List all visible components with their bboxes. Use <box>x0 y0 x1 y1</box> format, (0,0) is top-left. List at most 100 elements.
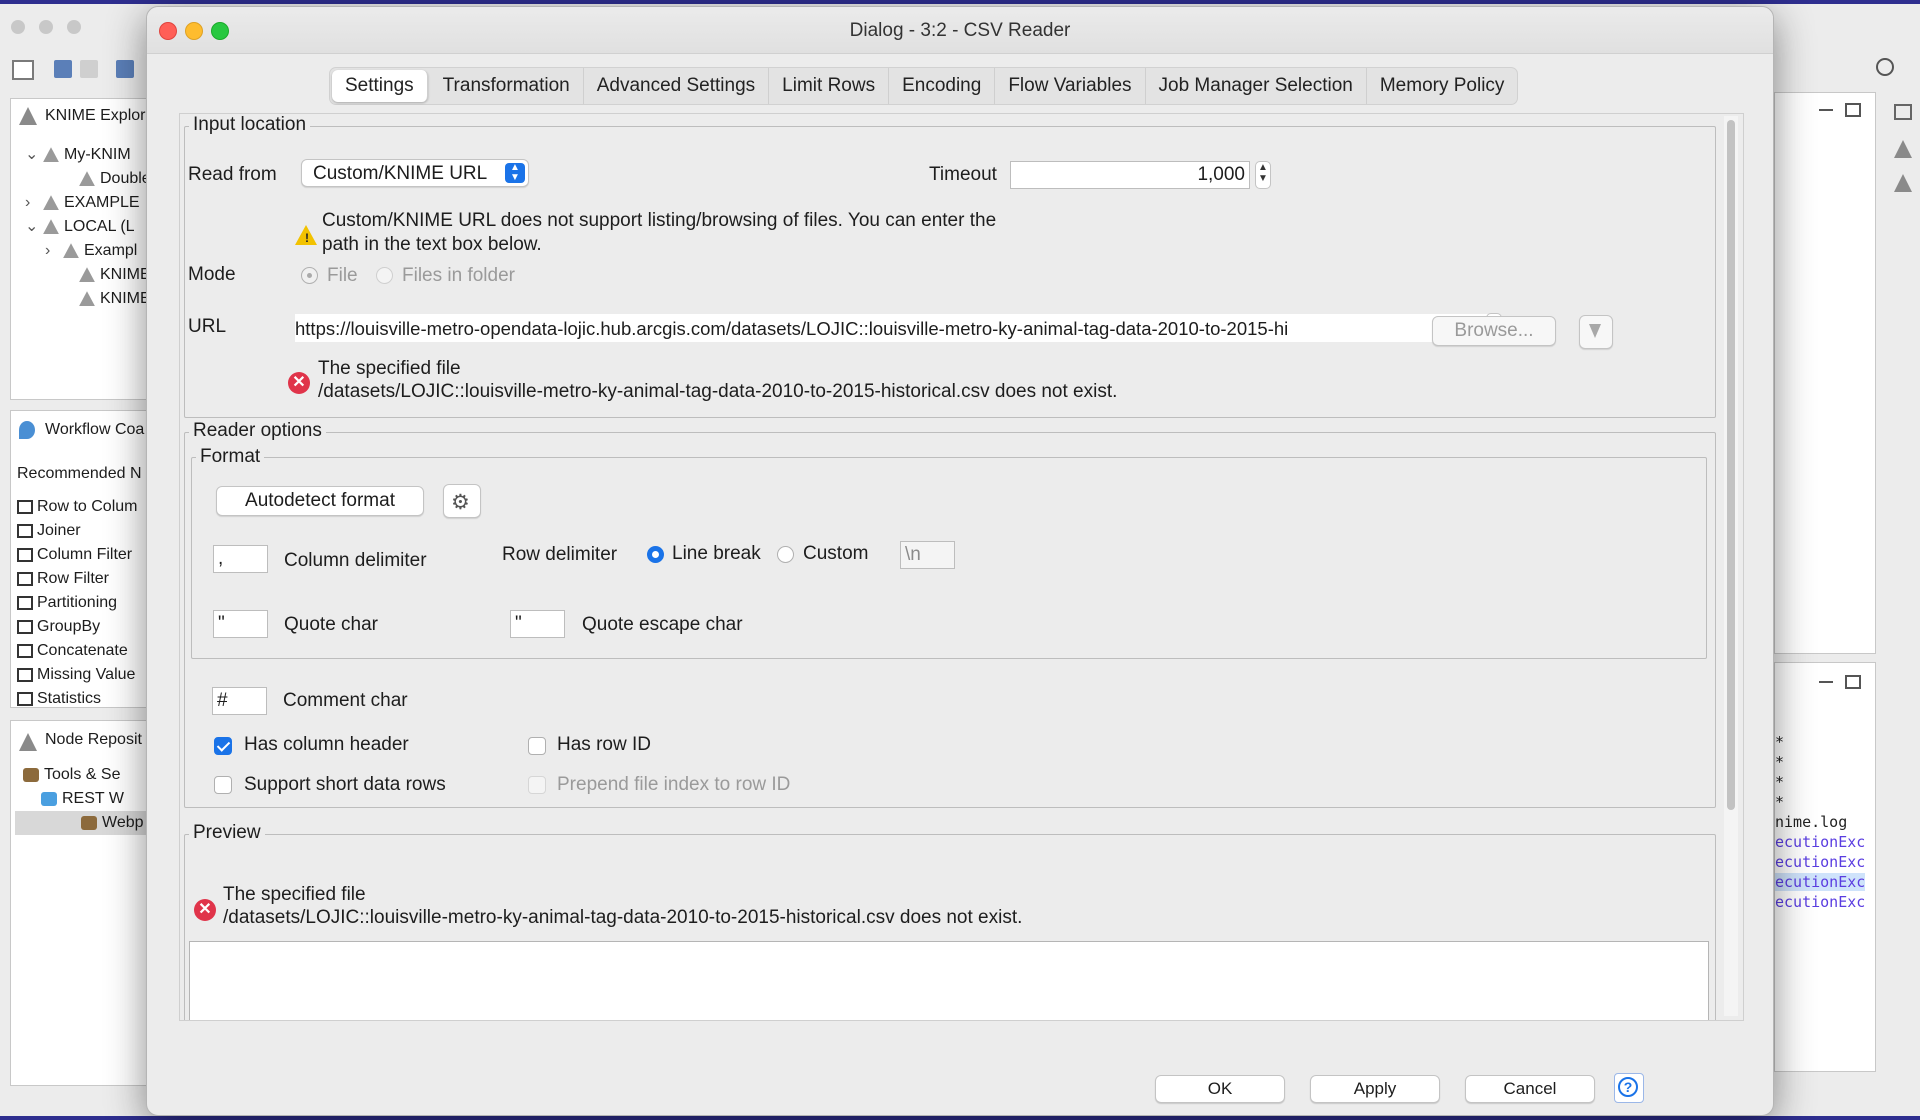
explorer-item[interactable]: › EXAMPLE <box>25 191 140 215</box>
autodetect-format-button[interactable]: Autodetect format <box>216 486 424 516</box>
node-icon <box>17 667 33 682</box>
support-short-rows-label: Support short data rows <box>244 774 446 795</box>
tab-limit-rows[interactable]: Limit Rows <box>769 68 890 104</box>
tree-toggle-icon[interactable]: ⌄ <box>25 143 41 167</box>
mode-folder-radio <box>376 267 393 284</box>
repository-item[interactable]: Tools & Se <box>23 763 120 787</box>
apply-button[interactable]: Apply <box>1310 1075 1440 1103</box>
comment-char-input[interactable]: # <box>212 687 267 715</box>
recommended-node-label: Missing Value <box>37 666 136 683</box>
recommended-node[interactable]: Partitioning <box>17 591 117 615</box>
explorer-item-label: Double <box>100 170 151 187</box>
save-all-icon[interactable] <box>116 60 134 78</box>
search-icon[interactable] <box>1876 58 1894 76</box>
preview-table[interactable] <box>189 941 1709 1020</box>
tab-memory-policy[interactable]: Memory Policy <box>1367 68 1518 104</box>
console-line: ecutionExc <box>1775 853 1866 871</box>
preview-legend: Preview <box>189 822 265 844</box>
tree-toggle-icon[interactable]: › <box>25 191 41 215</box>
column-delimiter-input[interactable]: , <box>213 545 268 573</box>
line-break-radio[interactable] <box>647 546 664 563</box>
node-icon <box>17 571 33 586</box>
timeout-input[interactable]: 1,000 <box>1010 161 1250 189</box>
tab-flow-variables[interactable]: Flow Variables <box>995 68 1146 104</box>
minimize-icon[interactable] <box>1819 109 1833 111</box>
explorer-item[interactable]: › Exampl <box>45 239 137 263</box>
has-column-header-checkbox[interactable] <box>214 737 232 755</box>
scrollbar-track[interactable] <box>1724 116 1738 1016</box>
read-from-label: Read from <box>188 164 277 185</box>
preview-error-line-2: /datasets/LOJIC::louisville-metro-ky-ani… <box>223 907 1023 928</box>
tab-encoding[interactable]: Encoding <box>889 68 996 104</box>
quote-escape-input[interactable]: " <box>510 610 565 638</box>
console-log: * * * * nime.log ecutionExc ecutionExc ecutionE… <box>1775 733 1875 993</box>
explorer-item[interactable]: ⌄ My-KNIM <box>25 143 131 167</box>
hub-icon[interactable] <box>1894 174 1912 192</box>
recommended-node[interactable]: Joiner <box>17 519 81 543</box>
tab-settings[interactable]: Settings <box>332 70 428 102</box>
tab-job-manager-selection[interactable]: Job Manager Selection <box>1146 68 1367 104</box>
inactive-minimize-light <box>39 20 53 34</box>
recommended-node-label: Statistics <box>37 690 102 707</box>
inactive-zoom-light <box>67 20 81 34</box>
category-icon <box>81 815 97 830</box>
recommended-node[interactable]: Missing Value <box>17 663 135 687</box>
mode-label: Mode <box>188 264 236 285</box>
new-workflow-icon[interactable] <box>12 60 34 80</box>
help-button[interactable]: ? <box>1614 1073 1644 1103</box>
repository-item[interactable]: REST W <box>41 787 124 811</box>
recommended-node[interactable]: GroupBy <box>17 615 100 639</box>
console-line: ecutionExc <box>1775 873 1866 891</box>
explorer-item[interactable]: ⌄ LOCAL (L <box>25 215 135 239</box>
read-from-value: Custom/KNIME URL <box>313 163 488 184</box>
node-icon <box>17 595 33 610</box>
timeout-stepper[interactable]: ▲ ▼ <box>1255 161 1271 189</box>
read-from-dropdown[interactable]: Custom/KNIME URL ▲ ▼ <box>301 159 529 187</box>
console-line: ecutionExc <box>1775 833 1866 851</box>
has-row-id-checkbox[interactable] <box>528 737 546 755</box>
autodetect-settings-button[interactable]: ⚙ <box>443 484 481 518</box>
csv-reader-dialog: Dialog - 3:2 - CSV Reader Settings Transf… <box>146 6 1774 1116</box>
recommended-node[interactable]: Row Filter <box>17 567 109 591</box>
url-error-line-1: The specified file <box>318 358 461 379</box>
explorer-item[interactable]: KNIME_ <box>61 263 160 287</box>
mountpoint-icon <box>79 171 95 187</box>
row-delimiter-label: Row delimiter <box>502 544 618 565</box>
custom-radio[interactable] <box>777 546 794 563</box>
url-input[interactable]: https://louisville-metro-opendata-lojic.… <box>294 313 1493 343</box>
save-as-icon[interactable] <box>80 60 98 78</box>
restore-icon[interactable] <box>1894 104 1912 120</box>
tree-toggle-icon[interactable]: › <box>45 239 61 263</box>
prepend-file-index-checkbox <box>528 776 546 794</box>
console-minimize-icon[interactable] <box>1819 681 1833 683</box>
recommended-node[interactable]: Concatenate <box>17 639 128 663</box>
ok-button[interactable]: OK <box>1155 1075 1285 1103</box>
maximize-icon[interactable] <box>1845 103 1861 117</box>
console-maximize-icon[interactable] <box>1845 675 1861 689</box>
cancel-button[interactable]: Cancel <box>1465 1075 1595 1103</box>
preview-error-icon: ✕ <box>194 899 216 921</box>
node-icon <box>17 547 33 562</box>
explorer-item[interactable]: KNIME_ <box>61 287 160 311</box>
repository-item[interactable]: Webp <box>15 811 151 835</box>
tree-toggle-icon[interactable]: ⌄ <box>25 215 41 239</box>
format-legend: Format <box>196 446 265 468</box>
dialog-titlebar: Dialog - 3:2 - CSV Reader <box>147 7 1773 54</box>
tab-advanced-settings[interactable]: Advanced Settings <box>584 68 770 104</box>
quote-char-input[interactable]: " <box>213 610 268 638</box>
save-icon[interactable] <box>54 60 72 78</box>
support-short-rows-checkbox[interactable] <box>214 776 232 794</box>
explorer-title: KNIME Explor <box>45 107 146 124</box>
scrollbar-thumb[interactable] <box>1727 120 1735 810</box>
flow-variable-button[interactable] <box>1579 315 1613 349</box>
input-location-legend: Input location <box>189 114 311 136</box>
knime-explorer-panel: KNIME Explor ⌄ My-KNIM Double › EXAMPLE ⌄ LOCA… <box>10 98 160 400</box>
comment-char-label: Comment char <box>283 690 408 711</box>
recommended-node[interactable]: Row to Colum <box>17 495 137 519</box>
tab-transformation[interactable]: Transformation <box>430 68 584 104</box>
explorer-item[interactable]: Double <box>61 167 151 191</box>
recommended-node[interactable]: Statistics <box>17 687 101 711</box>
description-icon[interactable] <box>1894 140 1912 158</box>
quote-escape-label: Quote escape char <box>582 614 743 635</box>
recommended-node[interactable]: Column Filter <box>17 543 132 567</box>
